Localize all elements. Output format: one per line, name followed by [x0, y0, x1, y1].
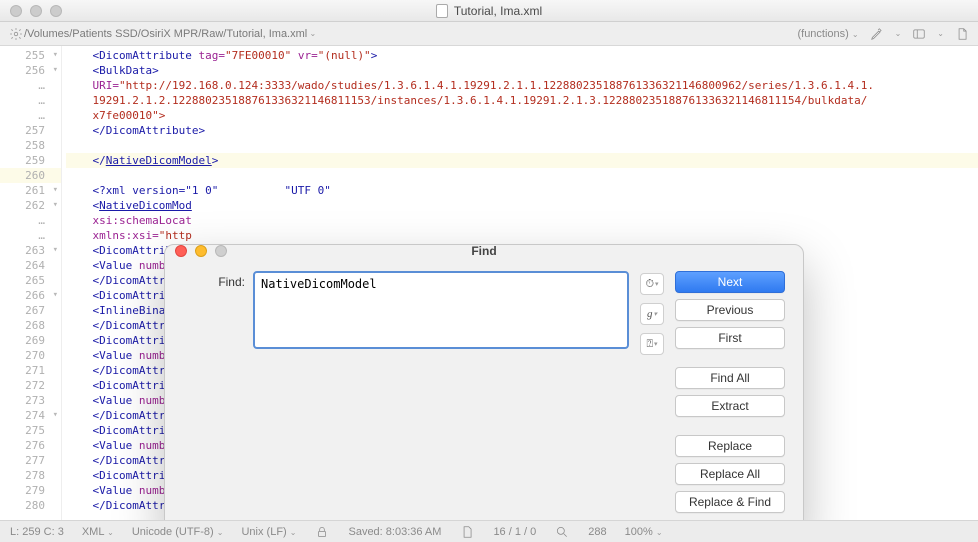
find-input[interactable] [253, 271, 629, 349]
line-number[interactable]: 255 [0, 48, 61, 63]
find-next-button[interactable]: Next [675, 271, 785, 293]
code-line[interactable] [66, 168, 978, 183]
line-number[interactable]: 267 [0, 303, 61, 318]
pencil-icon[interactable] [869, 26, 885, 42]
line-number[interactable]: 278 [0, 468, 61, 483]
extract-button[interactable]: Extract [675, 395, 785, 417]
line-number[interactable]: 266 [0, 288, 61, 303]
code-line[interactable]: URI="http://192.168.0.124:3333/wado/stud… [66, 78, 978, 93]
pencil-dropdown-icon[interactable]: ⌄ [895, 29, 902, 38]
editor-window: Tutorial, Ima.xml /Volumes/Patients SSD/… [0, 0, 978, 542]
line-number[interactable]: 258 [0, 138, 61, 153]
sidebar-icon[interactable] [911, 26, 927, 42]
editor-area: 255256………257258259260261262……26326426526… [0, 46, 978, 520]
line-number[interactable]: 272 [0, 378, 61, 393]
line-number[interactable]: 273 [0, 393, 61, 408]
find-close-button[interactable] [175, 245, 187, 257]
code-line[interactable]: xsi:schemaLocat [66, 213, 978, 228]
find-first-button[interactable]: First [675, 327, 785, 349]
code-line[interactable]: <NativeDicomMod [66, 198, 978, 213]
line-number[interactable]: 268 [0, 318, 61, 333]
line-number[interactable]: 264 [0, 258, 61, 273]
find-label: Find: [175, 271, 245, 289]
encoding-mode[interactable]: Unicode (UTF-8) ⌄ [132, 526, 224, 538]
code-line[interactable]: <DicomAttribute tag="7FE00010" vr="(null… [66, 48, 978, 63]
line-number[interactable]: 271 [0, 363, 61, 378]
code-line[interactable]: <?xml version="1 0" "UTF 0" [66, 183, 978, 198]
sidebar-dropdown-icon[interactable]: ⌄ [937, 29, 944, 38]
find-minimize-button[interactable] [195, 245, 207, 257]
find-help-button[interactable]: ⍰▾ [640, 333, 664, 355]
status-bar: L: 259 C: 3 XML ⌄ Unicode (UTF-8) ⌄ Unix… [0, 520, 978, 542]
close-window-button[interactable] [10, 5, 22, 17]
find-titlebar: Find [165, 245, 803, 257]
code-line[interactable]: </DicomAttribute> [66, 123, 978, 138]
replace-all-button[interactable]: Replace All [675, 463, 785, 485]
path-bar: /Volumes/Patients SSD/OsiriX MPR/Raw/Tut… [0, 22, 978, 46]
minimize-window-button[interactable] [30, 5, 42, 17]
code-line[interactable]: xmlns:xsi="http [66, 228, 978, 243]
line-number[interactable]: 259 [0, 153, 61, 168]
window-controls [0, 5, 62, 17]
line-number-gutter[interactable]: 255256………257258259260261262……26326426526… [0, 46, 62, 520]
document-counts: 16 / 1 / 0 [493, 526, 536, 538]
line-number[interactable]: 270 [0, 348, 61, 363]
line-number[interactable]: 274 [0, 408, 61, 423]
line-number[interactable]: 269 [0, 333, 61, 348]
line-number[interactable]: 263 [0, 243, 61, 258]
code-line[interactable]: </NativeDicomModel> [66, 153, 978, 168]
zoom-level[interactable]: 100% ⌄ [625, 526, 663, 538]
code-line[interactable] [66, 138, 978, 153]
window-title: Tutorial, Ima.xml [0, 4, 978, 18]
zoom-window-button[interactable] [50, 5, 62, 17]
lock-icon[interactable] [314, 524, 330, 540]
line-number[interactable]: … [0, 78, 61, 93]
document-path[interactable]: /Volumes/Patients SSD/OsiriX MPR/Raw/Tut… [24, 28, 307, 40]
replace-and-find-button[interactable]: Replace & Find [675, 491, 785, 513]
document-toolbar-icon[interactable] [954, 26, 970, 42]
line-number[interactable]: 256 [0, 63, 61, 78]
line-number[interactable]: … [0, 108, 61, 123]
gear-icon[interactable] [8, 26, 24, 42]
language-mode[interactable]: XML ⌄ [82, 526, 114, 538]
line-ending-mode[interactable]: Unix (LF) ⌄ [241, 526, 296, 538]
line-number[interactable]: 276 [0, 438, 61, 453]
search-count: 288 [588, 526, 606, 538]
window-title-text: Tutorial, Ima.xml [454, 4, 542, 18]
cursor-position[interactable]: L: 259 C: 3 [10, 526, 64, 538]
find-zoom-button[interactable] [215, 245, 227, 257]
functions-popup[interactable]: (functions) ⌄ [797, 28, 858, 40]
find-previous-button[interactable]: Previous [675, 299, 785, 321]
document-icon [436, 4, 448, 18]
line-number[interactable]: 279 [0, 483, 61, 498]
line-number[interactable]: 265 [0, 273, 61, 288]
line-number[interactable]: 261 [0, 183, 61, 198]
find-all-button[interactable]: Find All [675, 367, 785, 389]
line-number[interactable]: … [0, 93, 61, 108]
page-icon [459, 524, 475, 540]
path-dropdown-icon[interactable]: ⌄ [307, 29, 316, 38]
search-count-icon [554, 524, 570, 540]
line-number[interactable]: 275 [0, 423, 61, 438]
code-line[interactable]: 19291.2.1.2.1228802351887613363211468111… [66, 93, 978, 108]
line-number[interactable]: … [0, 213, 61, 228]
find-dialog-title: Find [165, 244, 803, 258]
line-number[interactable]: 260 [0, 168, 61, 183]
window-titlebar: Tutorial, Ima.xml [0, 0, 978, 22]
line-number[interactable]: 280 [0, 498, 61, 513]
code-line[interactable]: x7fe00010"> [66, 108, 978, 123]
find-dialog: Find Find: ⏱▾ g▾ ⍰▾ Next Previous First … [164, 244, 804, 520]
find-grep-options-button[interactable]: g▾ [640, 303, 664, 325]
code-line[interactable]: <BulkData> [66, 63, 978, 78]
replace-button[interactable]: Replace [675, 435, 785, 457]
find-history-button[interactable]: ⏱▾ [640, 273, 664, 295]
line-number[interactable]: … [0, 228, 61, 243]
line-number[interactable]: 262 [0, 198, 61, 213]
save-status: Saved: 8:03:36 AM [348, 526, 441, 538]
line-number[interactable]: 277 [0, 453, 61, 468]
line-number[interactable]: 257 [0, 123, 61, 138]
